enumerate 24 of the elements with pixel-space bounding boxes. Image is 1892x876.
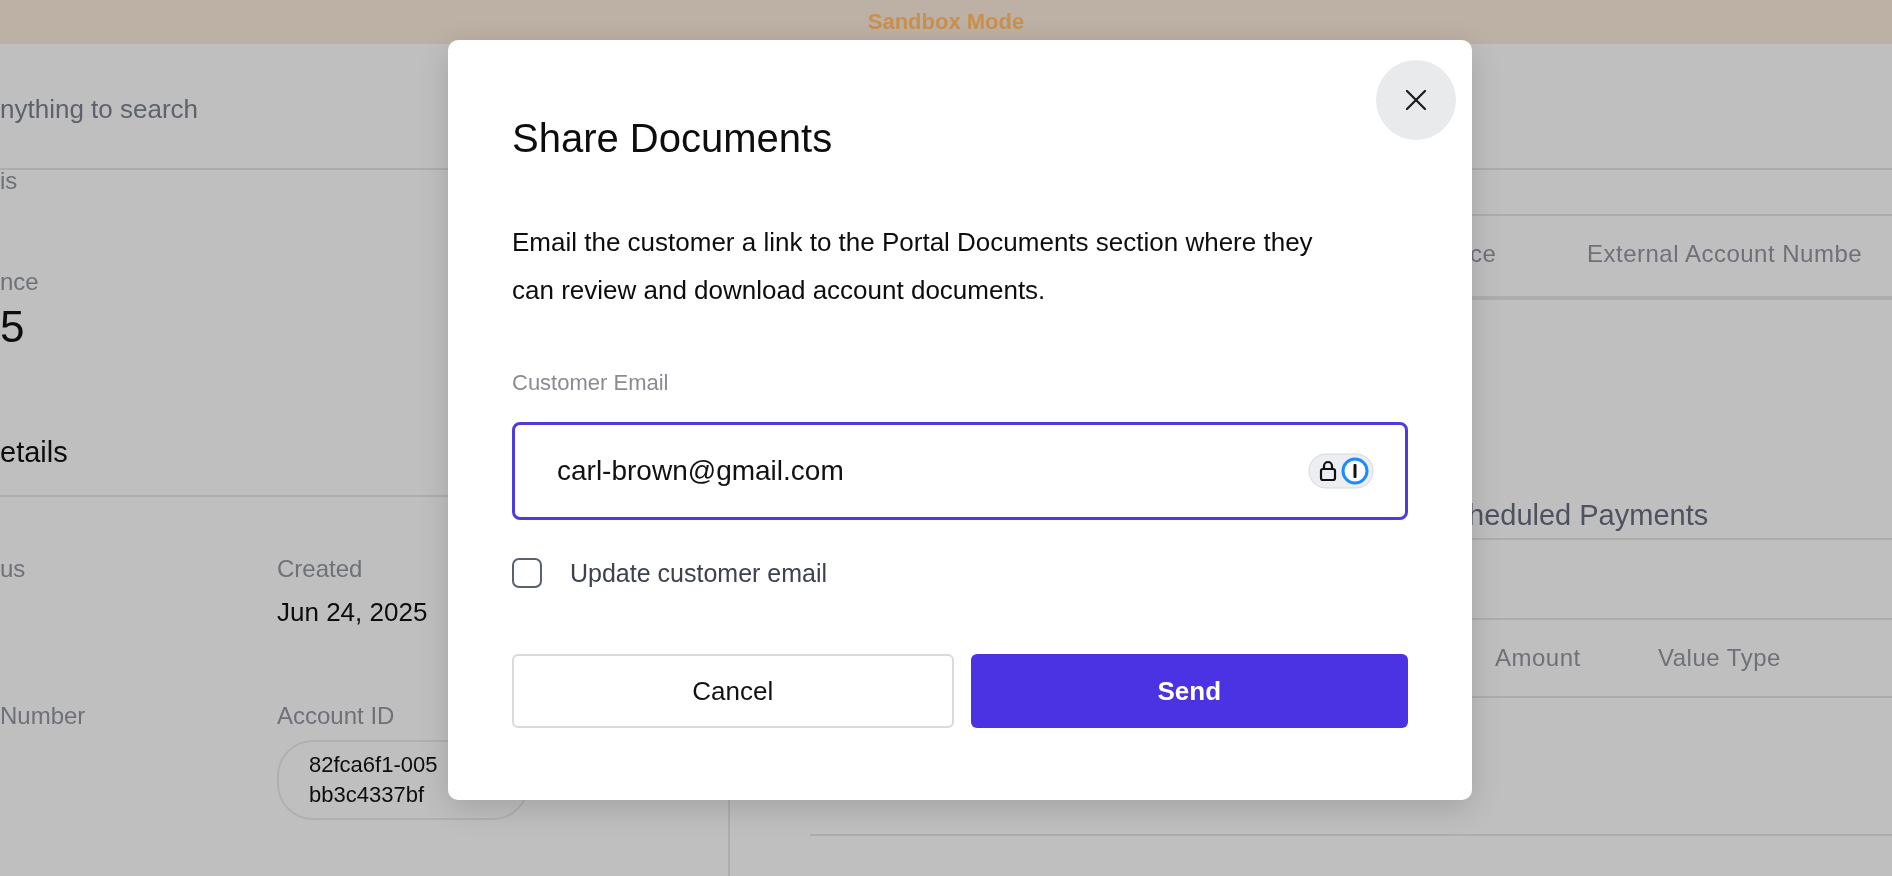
send-button[interactable]: Send [970, 654, 1408, 728]
sandbox-banner: Sandbox Mode [0, 0, 1892, 44]
section-label: is [0, 170, 18, 192]
email-field[interactable]: carl-brown@gmail.com [512, 422, 1408, 520]
search-field[interactable]: nything to search [0, 93, 400, 125]
checkbox-label: Update customer email [570, 558, 828, 588]
column-header: Value Type [1658, 644, 1781, 672]
password-manager-icon [1308, 453, 1374, 489]
column-header: Amount [1495, 644, 1581, 672]
column-header: External Account Numbe [1587, 240, 1863, 268]
close-icon [1405, 89, 1427, 111]
field-label: Number [0, 702, 86, 730]
column-header: ce [1470, 240, 1497, 268]
field-label: us [0, 555, 26, 583]
field-label: Created [277, 555, 363, 583]
field-value: Jun 24, 2025 [277, 597, 428, 628]
field-label: Customer Email [512, 370, 670, 396]
field-label: Account ID [277, 702, 395, 730]
cancel-button[interactable]: Cancel [512, 654, 954, 728]
dialog-description: Email the customer a link to the Portal Documents section where they can review and download account documents. [512, 226, 1314, 307]
balance-value: 5 [0, 302, 25, 352]
balance-label: nce [0, 268, 39, 296]
checkbox[interactable] [512, 558, 542, 588]
dialog-title: Share Documents [512, 115, 834, 162]
